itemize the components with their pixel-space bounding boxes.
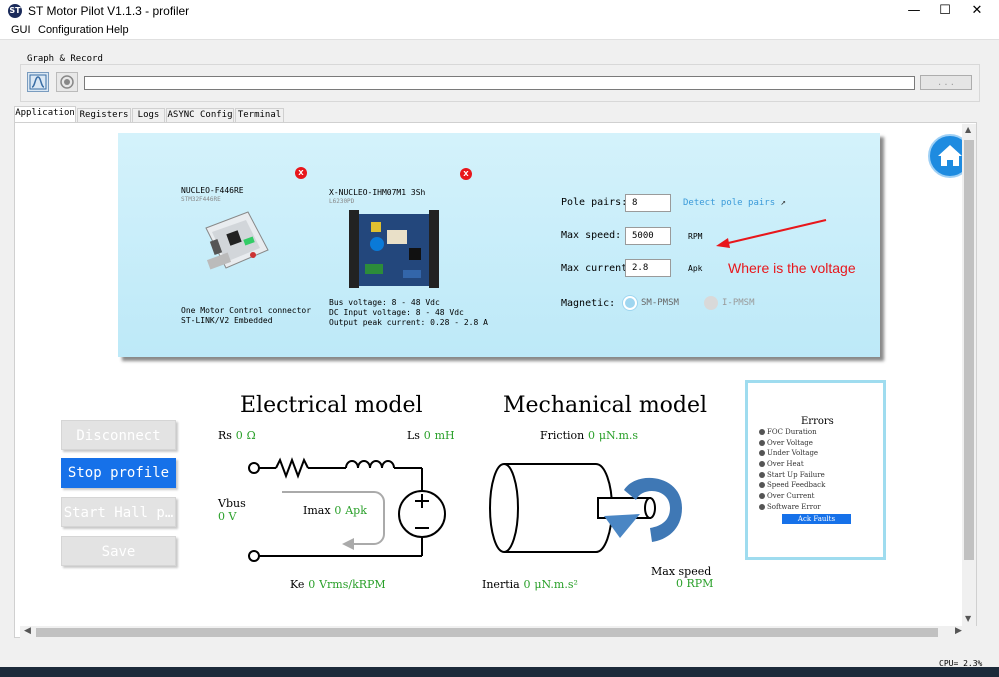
power-board-sub: L6230PD [329,198,355,205]
max-current-label: Max current: [561,263,634,274]
vbus-label: Vbus [218,497,246,510]
sm-pmsm-label: SM-PMSM [641,298,679,308]
mechanical-model-title: Mechanical model [503,393,708,418]
rs-readout: Rs 0 Ω [218,429,256,442]
record-path-input[interactable] [84,76,915,90]
pole-pairs-label: Pole pairs: [561,197,628,208]
start-hall-button[interactable]: Start Hall p… [61,497,176,527]
status-dot-icon [759,493,765,500]
menu-gui[interactable]: GUI [11,24,31,36]
max-current-unit: Apk [688,264,703,273]
vertical-scroll-thumb[interactable] [964,140,974,560]
save-button[interactable]: Save [61,536,176,566]
status-dot-icon [759,461,765,468]
window-title: ST Motor Pilot V1.1.3 - profiler [28,4,190,18]
pole-pairs-input[interactable] [625,194,671,212]
graph-record-label: Graph & Record [25,54,105,64]
imax-readout: Imax 0 Apk [303,504,367,517]
st-logo-icon: ST [8,4,22,18]
power-board-desc: Bus voltage: 8 - 48 Vdc DC Input voltage… [329,298,488,327]
status-dot-icon [759,503,765,510]
menu-configuration[interactable]: Configuration [38,24,103,36]
nucleo-board-image [198,210,272,282]
status-dot-icon [759,471,765,478]
error-item-over-current: Over Current [759,492,879,503]
errors-list: FOC Duration Over Voltage Under Voltage … [759,428,879,514]
detect-pole-pairs-link[interactable]: Detect pole pairs ↗ [683,198,786,208]
tab-registers[interactable]: Registers [77,108,131,122]
scroll-right-icon[interactable]: ▶ [955,626,962,636]
error-item-under-voltage: Under Voltage [759,449,879,460]
external-link-icon: ↗ [780,198,786,208]
i-pmsm-label: I-PMSM [722,298,755,308]
ack-faults-button[interactable]: Ack Faults [782,514,851,524]
taskbar [0,667,999,677]
record-icon[interactable] [56,72,78,92]
max-speed-model-value: 0 RPM [676,577,714,590]
expansion-board-image [349,208,439,290]
sm-pmsm-radio[interactable] [623,296,637,310]
inertia-readout: Inertia 0 μN.m.s² [482,578,578,591]
remove-control-board-button[interactable]: X [295,167,307,179]
ke-readout: Ke 0 Vrms/kRPM [290,578,386,591]
ls-readout: Ls 0 mH [407,429,455,442]
friction-readout: Friction 0 μN.m.s [540,429,639,442]
error-item-speed-feedback: Speed Feedback [759,481,879,492]
remove-power-board-button[interactable]: X [460,168,472,180]
max-speed-label: Max speed: [561,230,622,241]
maximize-button[interactable]: ☐ [928,0,962,22]
max-speed-unit: RPM [688,232,703,241]
control-board-desc: One Motor Control connector ST-LINK/V2 E… [181,306,312,325]
tab-terminal[interactable]: Terminal [235,108,284,122]
title-bar: ST ST Motor Pilot V1.1.3 - profiler — ☐ … [0,0,999,22]
error-item-software-error: Software Error [759,503,879,514]
horizontal-scroll-thumb[interactable] [36,628,938,637]
disconnect-button[interactable]: Disconnect [61,420,176,450]
status-dot-icon [759,439,765,446]
tab-application[interactable]: Application [14,106,76,123]
tab-async-config[interactable]: ASYNC Config [166,108,234,122]
status-dot-icon [759,429,765,435]
errors-title: Errors [801,416,834,427]
control-board-name: NUCLEO-F446RE [181,186,244,195]
error-item-foc-duration: FOC Duration [759,428,879,439]
menu-help[interactable]: Help [106,24,129,36]
status-dot-icon [759,450,765,457]
stop-profile-button[interactable]: Stop profile [61,458,176,488]
tab-logs[interactable]: Logs [132,108,165,122]
scroll-left-icon[interactable]: ◀ [24,626,31,636]
electrical-model-title: Electrical model [240,393,423,418]
browse-button[interactable]: . . . [920,75,972,90]
error-item-over-heat: Over Heat [759,460,879,471]
scroll-down-icon[interactable]: ▼ [965,614,971,623]
annotation-text: Where is the voltage [728,260,856,276]
motor-drawing [489,463,682,553]
minimize-button[interactable]: — [897,0,931,22]
magnetic-label: Magnetic: [561,298,616,309]
error-item-over-voltage: Over Voltage [759,439,879,450]
max-speed-input[interactable] [625,227,671,245]
control-board-sub: STM32F446RE [181,196,221,203]
power-board-name: X-NUCLEO-IHM07M1 3Sh [329,188,426,197]
max-current-input[interactable] [625,259,671,277]
i-pmsm-radio[interactable] [704,296,718,310]
close-button[interactable]: ✕ [960,0,994,22]
status-dot-icon [759,482,765,489]
graph-icon[interactable] [27,72,49,92]
scroll-up-icon[interactable]: ▲ [965,125,971,134]
annotation-arrow [716,219,827,248]
menu-bar: GUI Configuration Help [0,22,999,40]
error-item-start-up-failure: Start Up Failure [759,471,879,482]
vbus-value: 0 V [218,510,237,523]
